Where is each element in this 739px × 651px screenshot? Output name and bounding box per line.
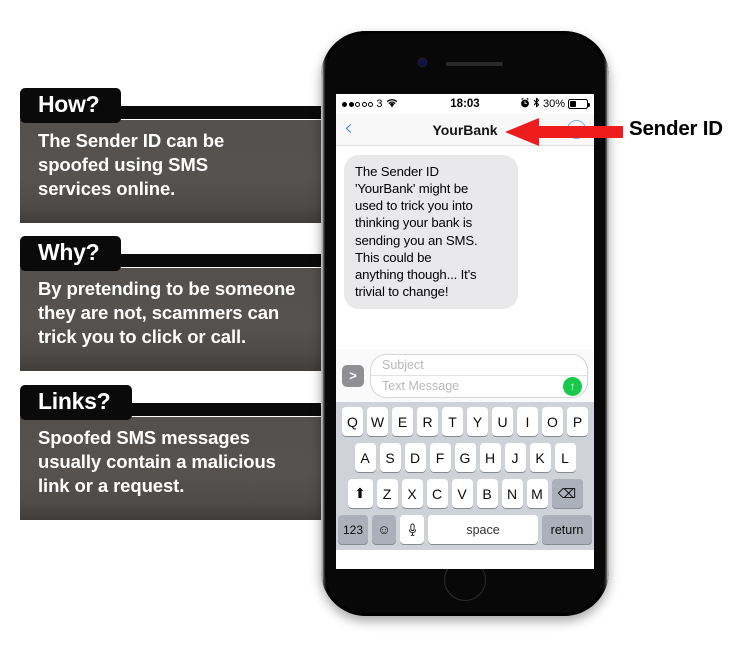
key-a[interactable]: A [354,443,376,472]
key-g[interactable]: G [454,443,476,472]
key-v[interactable]: V [451,479,473,508]
key-m[interactable]: M [526,479,548,508]
emoji-key-icon[interactable]: ☺ [372,515,396,544]
key-b[interactable]: B [476,479,498,508]
key-r[interactable]: R [417,407,438,436]
info-panel-why: Why? By pretending to be someone they ar… [20,236,330,371]
panel-text-line: trick you to click or call. [38,325,247,347]
info-panel-links: Links? Spoofed SMS messages usually cont… [20,385,330,520]
shift-key-icon[interactable]: ⬆ [347,479,373,508]
phone-screen: 3 18:03 30% ‹ YourBank The Sender ID 'Yo… [336,94,594,569]
battery-fill [570,101,576,107]
key-p[interactable]: P [567,407,588,436]
info-panel-how: How? The Sender ID can be spoofed using … [20,88,330,223]
mic-icon[interactable] [400,515,424,544]
bubble-line: 'YourBank' might be [355,181,469,197]
bubble-line: The Sender ID [355,164,439,179]
key-c[interactable]: C [426,479,448,508]
key-h[interactable]: H [479,443,501,472]
bubble-line: trivial to change! [355,284,449,300]
expand-options-button[interactable]: > [342,364,364,387]
panel-tab-title: How? [20,88,122,123]
key-z[interactable]: Z [376,479,398,508]
panel-text-line: link or a request. [38,474,185,496]
key-q[interactable]: Q [342,407,363,436]
message-input-placeholder: Text Message [382,379,460,394]
message-input-row[interactable]: Text Message ↑ [371,376,587,397]
compose-field: Subject Text Message ↑ [370,353,588,398]
bubble-line: used to trick you into [355,198,473,214]
bubble-line: sending you an SMS. [355,232,478,248]
key-w[interactable]: W [367,407,388,436]
bubble-line: thinking your bank is [355,215,473,231]
front-camera-icon [419,59,426,66]
numbers-key[interactable]: 123 [338,515,368,544]
backspace-key-icon[interactable]: ⌫ [551,479,583,508]
panel-body: Spoofed SMS messages usually contain a m… [20,416,330,520]
key-i[interactable]: I [517,407,538,436]
panel-text-line: The Sender ID can be [38,129,225,151]
key-l[interactable]: L [554,443,576,472]
keyboard-row-1: Q W E R T Y U I O P [338,407,592,436]
annotation-label: Sender ID [629,117,723,140]
battery-icon [568,99,590,109]
key-d[interactable]: D [404,443,426,472]
panel-text-line: they are not, scammers can [38,301,280,323]
panel-text-line: services online. [38,177,176,199]
earpiece-speaker [446,62,503,66]
key-u[interactable]: U [492,407,513,436]
keyboard-row-3: ⬆ Z X C V B N M ⌫ [338,479,592,508]
send-button[interactable]: ↑ [563,376,582,396]
onscreen-keyboard: Q W E R T Y U I O P A S D F G H J K L ⬆ … [336,402,594,550]
bubble-line: This could be [355,249,432,265]
compose-bar: > Subject Text Message ↑ [336,349,594,402]
panel-tab-title: Why? [20,236,122,271]
panel-text-line: spoofed using SMS [38,153,208,175]
key-y[interactable]: Y [467,407,488,436]
key-o[interactable]: O [542,407,563,436]
panel-body: The Sender ID can be spoofed using SMS s… [20,119,330,223]
annotation-arrow-icon [505,118,623,146]
status-bar: 3 18:03 30% [336,94,594,114]
panel-body: By pretending to be someone they are not… [20,267,330,371]
key-f[interactable]: F [429,443,451,472]
key-n[interactable]: N [501,479,523,508]
conversation-area: The Sender ID 'YourBank' might be used t… [336,146,594,349]
keyboard-row-4: 123 ☺ space return [338,515,592,544]
subject-input[interactable]: Subject [371,355,587,376]
key-s[interactable]: S [379,443,401,472]
keyboard-row-2: A S D F G H J K L [338,443,592,472]
message-bubble-incoming: The Sender ID 'YourBank' might be used t… [344,155,518,310]
panel-text-line: usually contain a malicious [38,450,276,472]
key-e[interactable]: E [392,407,413,436]
key-k[interactable]: K [529,443,551,472]
status-bar-clock: 18:03 [450,98,480,110]
panel-text-line: Spoofed SMS messages [38,426,250,448]
key-t[interactable]: T [442,407,463,436]
return-key[interactable]: return [542,515,592,544]
key-j[interactable]: J [504,443,526,472]
bubble-line: anything though... It's [355,266,477,282]
key-x[interactable]: X [401,479,423,508]
panel-text-line: By pretending to be someone [38,277,296,299]
space-key[interactable]: space [428,515,538,544]
panel-tab-title: Links? [20,385,133,420]
